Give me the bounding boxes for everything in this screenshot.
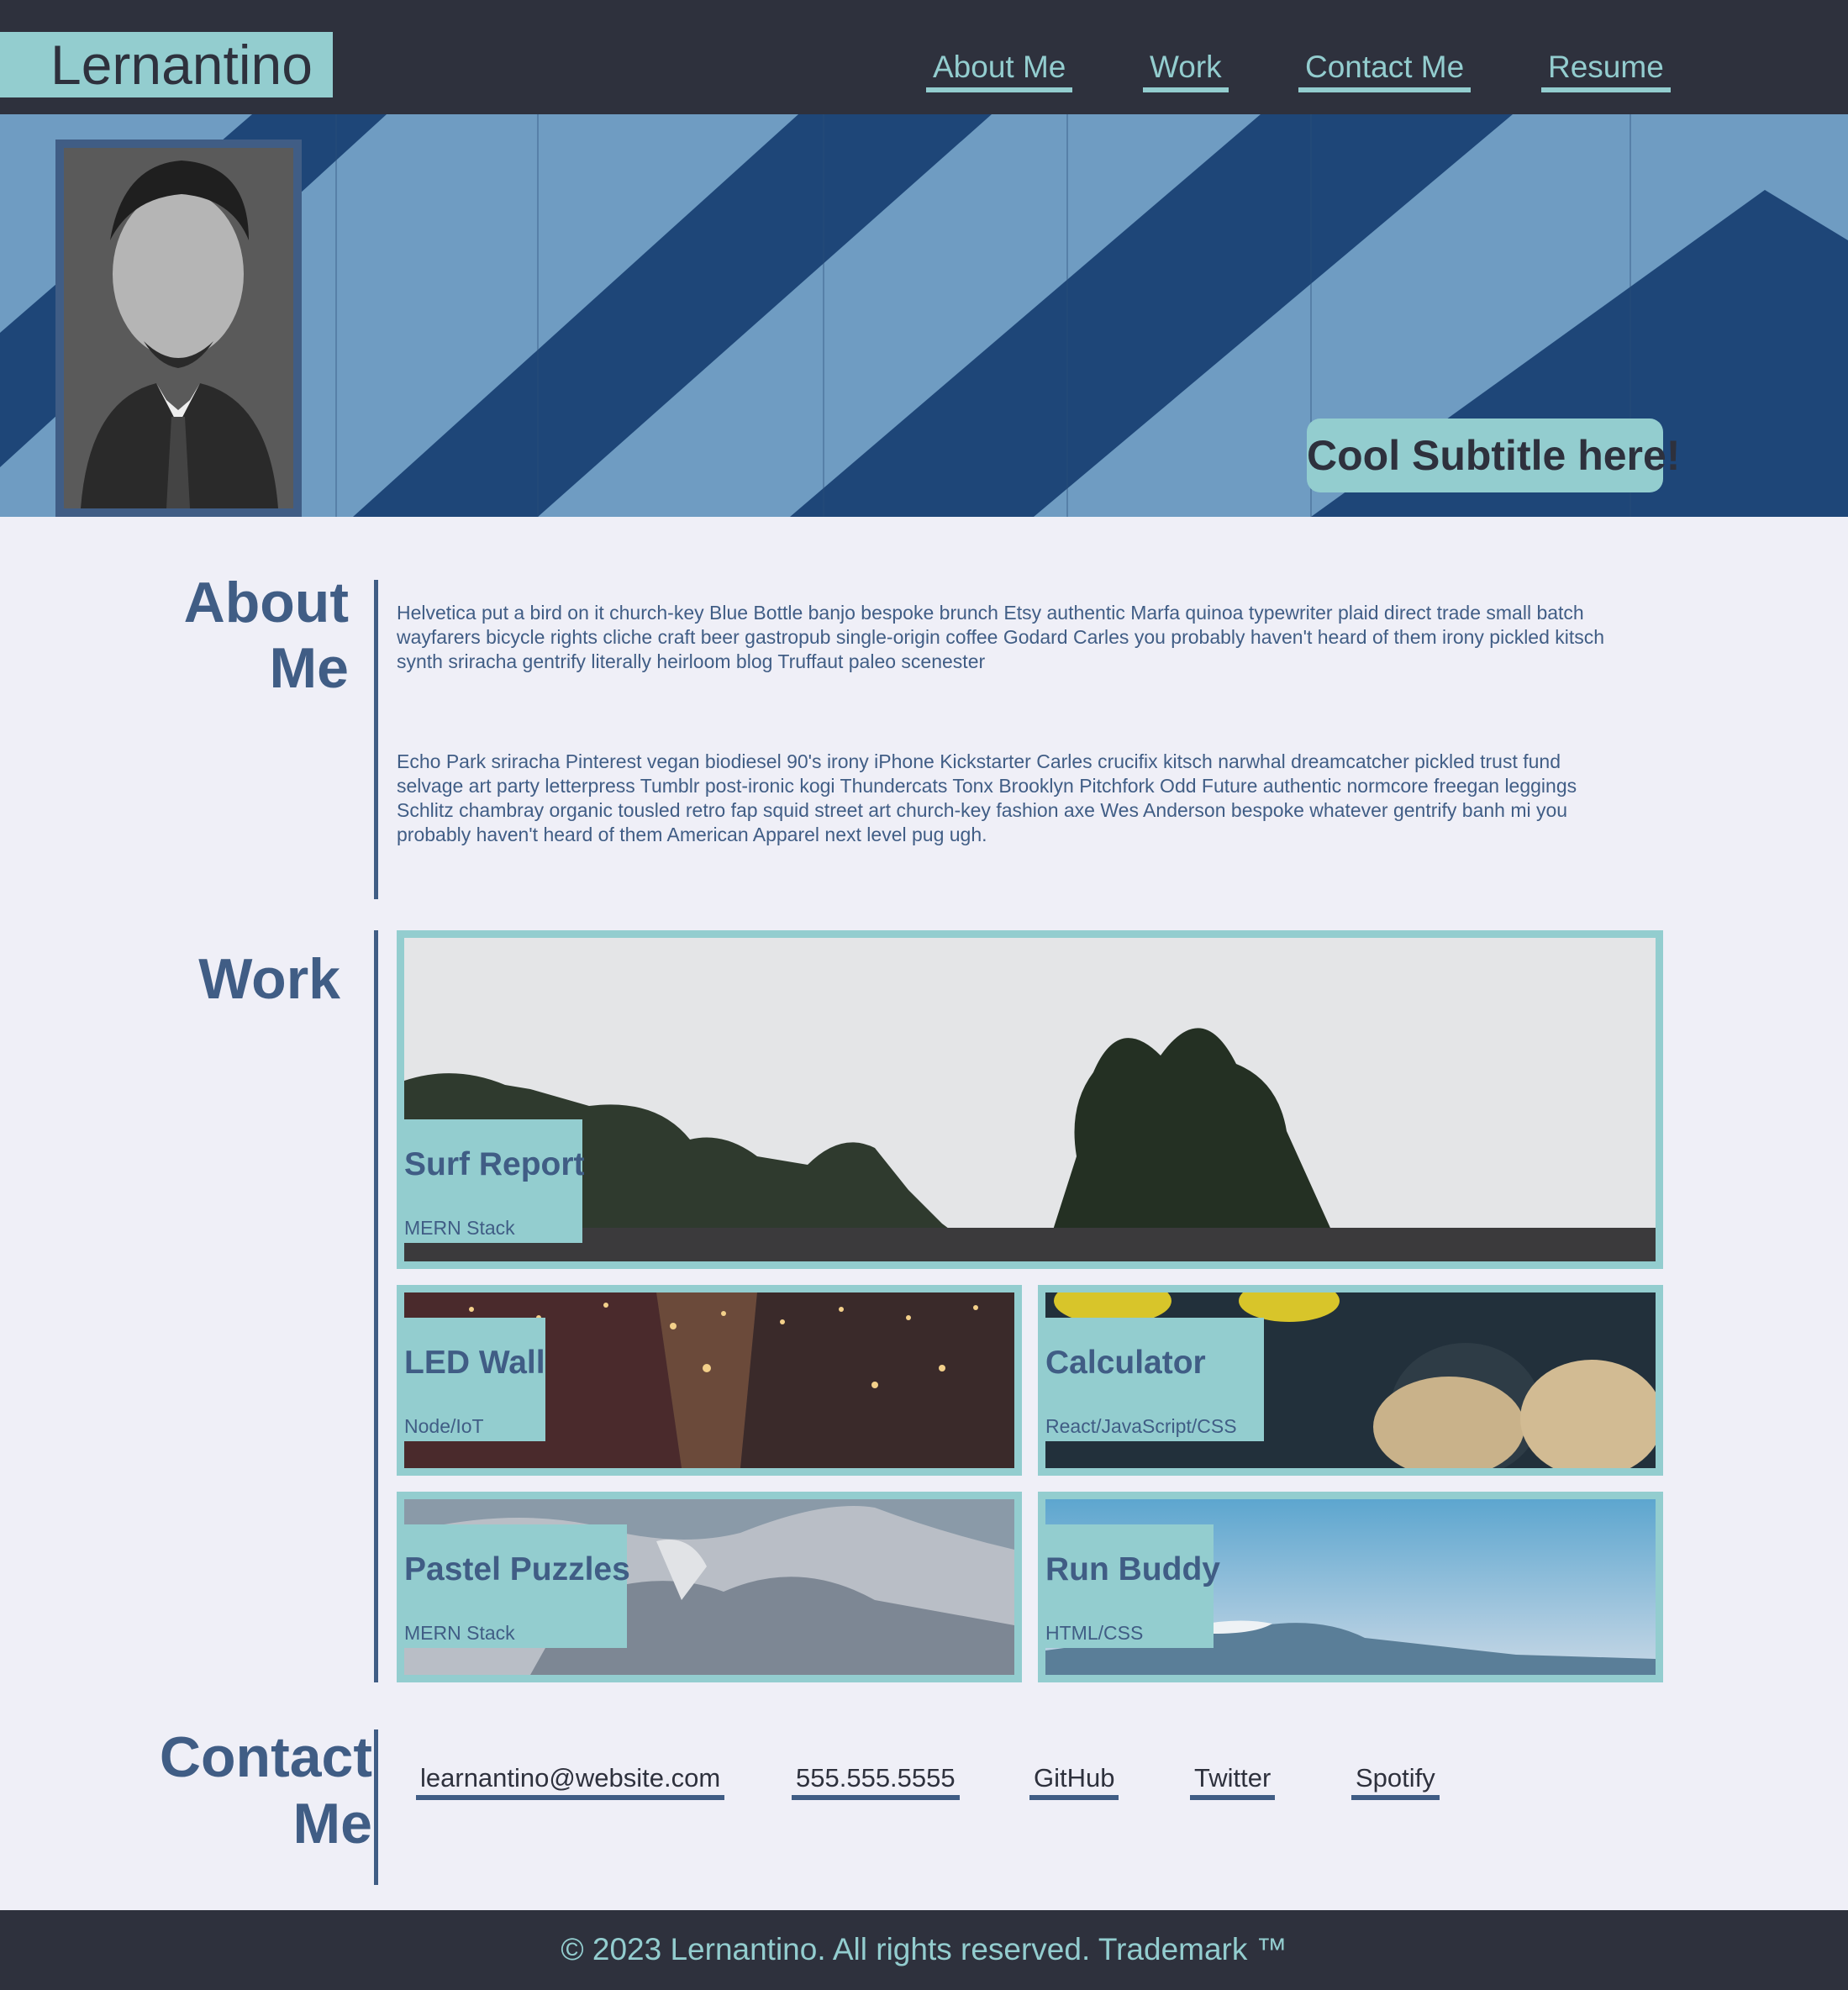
about-title-line1: About: [183, 571, 349, 634]
about-paragraph-2: Echo Park sriracha Pinterest vegan biodi…: [397, 750, 1577, 845]
project-card-surf-report[interactable]: Surf Report MERN Stack: [397, 930, 1663, 1269]
project-stack: MERN Stack: [404, 1622, 515, 1644]
nav-link-contact-me[interactable]: Contact Me: [1298, 49, 1472, 92]
contact-spotify-link[interactable]: Spotify: [1351, 1761, 1440, 1800]
project-stack: React/JavaScript/CSS: [1045, 1415, 1237, 1437]
brand-name: Lernantino: [50, 34, 313, 96]
work-title: Work: [198, 947, 340, 1011]
project-title: LED Wall: [404, 1345, 545, 1381]
project-label-calculator: Calculator React/JavaScript/CSS: [1045, 1318, 1264, 1441]
nav-link-about-me[interactable]: About Me: [926, 49, 1073, 92]
project-image-surf-report: [404, 938, 1656, 1261]
project-title: Calculator: [1045, 1345, 1206, 1381]
about-divider: [374, 580, 378, 899]
project-label-run-buddy: Run Buddy HTML/CSS: [1045, 1524, 1220, 1648]
nav-link-resume[interactable]: Resume: [1541, 49, 1671, 92]
profile-photo: [64, 148, 293, 508]
brand-logo[interactable]: Lernantino: [0, 32, 333, 97]
profile-photo-frame: [55, 140, 302, 517]
project-card-run-buddy[interactable]: Run Buddy HTML/CSS: [1038, 1492, 1663, 1682]
project-label-led-wall: LED Wall Node/IoT: [404, 1318, 545, 1441]
hero-subtitle: Cool Subtitle here!: [1307, 419, 1680, 492]
contact-twitter-link[interactable]: Twitter: [1190, 1761, 1276, 1800]
project-title: Run Buddy: [1045, 1551, 1220, 1587]
project-label-surf-report: Surf Report MERN Stack: [404, 1119, 585, 1243]
footer-copyright: © 2023 Lernantino. All rights reserved. …: [561, 1932, 1287, 1966]
site-header: Lernantino About Me Work Contact Me Resu…: [0, 0, 1848, 114]
hero-banner: Cool Subtitle here!: [0, 114, 1848, 517]
project-title: Pastel Puzzles: [404, 1551, 630, 1587]
project-label-pastel-puzzles: Pastel Puzzles MERN Stack: [404, 1524, 630, 1648]
contact-github-link[interactable]: GitHub: [1029, 1761, 1119, 1800]
contact-divider: [374, 1729, 378, 1885]
project-stack: Node/IoT: [404, 1415, 484, 1437]
project-card-led-wall[interactable]: LED Wall Node/IoT: [397, 1285, 1022, 1476]
contact-phone-link[interactable]: 555.555.5555: [792, 1761, 960, 1800]
site-footer: © 2023 Lernantino. All rights reserved. …: [0, 1910, 1848, 1990]
project-stack: HTML/CSS: [1045, 1622, 1144, 1644]
project-card-calculator[interactable]: Calculator React/JavaScript/CSS: [1038, 1285, 1663, 1476]
work-divider: [374, 930, 378, 1682]
contact-title-line1: Contact: [159, 1725, 372, 1789]
project-card-pastel-puzzles[interactable]: Pastel Puzzles MERN Stack: [397, 1492, 1022, 1682]
nav-link-work[interactable]: Work: [1143, 49, 1229, 92]
about-paragraph-1: Helvetica put a bird on it church-key Bl…: [397, 602, 1605, 672]
project-stack: MERN Stack: [404, 1217, 515, 1239]
contact-title-line2: Me: [292, 1792, 372, 1856]
contact-email-link[interactable]: learnantino@website.com: [416, 1761, 725, 1800]
project-title: Surf Report: [404, 1146, 585, 1182]
about-title-line2: Me: [269, 636, 349, 700]
